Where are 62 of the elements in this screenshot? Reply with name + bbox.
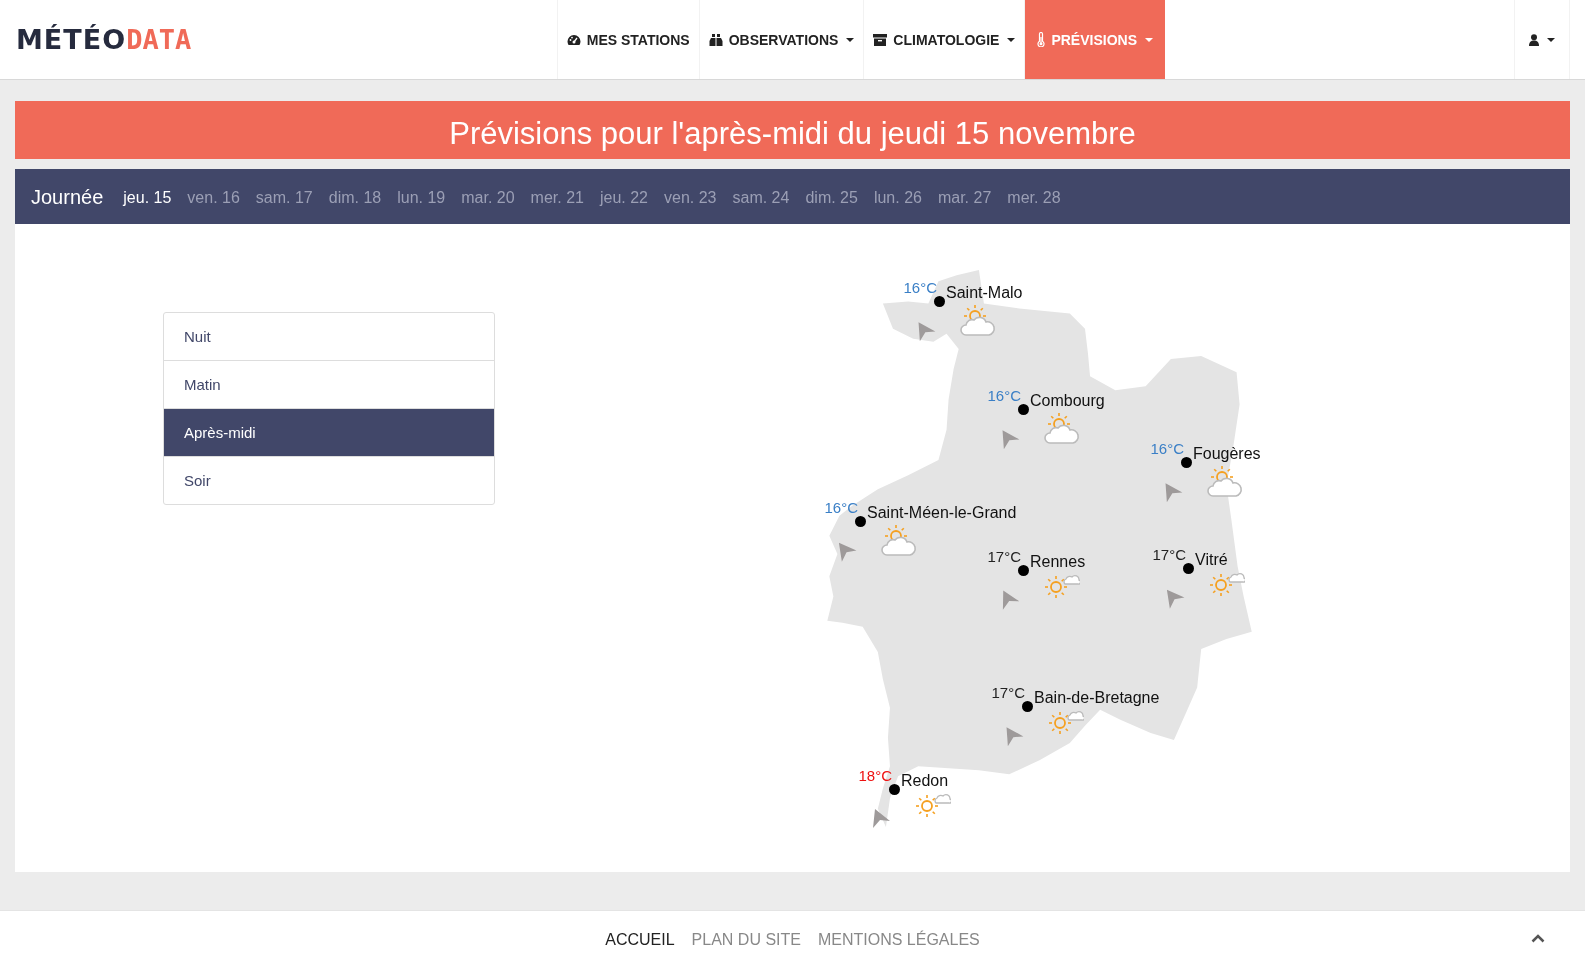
- wind-arrow-icon: [870, 807, 892, 829]
- caret-icon: [1547, 37, 1555, 42]
- sun-with-cloud-icon: [1048, 709, 1084, 735]
- sun-with-cloud-icon: [915, 792, 951, 818]
- station-name[interactable]: Saint-Méen-le-Grand: [867, 504, 1017, 522]
- station-dot: [934, 296, 945, 307]
- user-menu-button[interactable]: [1514, 0, 1570, 79]
- temperature-label: 16°C: [987, 387, 1021, 404]
- chevron-up-icon[interactable]: [1531, 933, 1545, 943]
- sun-with-cloud-icon: [1044, 573, 1080, 599]
- footer-link[interactable]: PLAN DU SITE: [691, 930, 801, 949]
- station-name[interactable]: Combourg: [1030, 392, 1105, 410]
- day-tab[interactable]: jeu. 15: [123, 188, 172, 207]
- station-dot: [889, 784, 900, 795]
- period-item[interactable]: Nuit: [164, 313, 494, 360]
- day-tab[interactable]: dim. 18: [328, 188, 382, 207]
- station-name[interactable]: Rennes: [1030, 553, 1086, 571]
- station-name[interactable]: Fougères: [1193, 445, 1261, 463]
- station-name[interactable]: Redon: [901, 772, 949, 790]
- temperature-label: 16°C: [1150, 440, 1184, 457]
- sun-behind-cloud-icon: [881, 524, 917, 558]
- sun-behind-cloud-icon: [1207, 465, 1243, 499]
- station-name[interactable]: Saint-Malo: [946, 284, 1023, 302]
- day-tab[interactable]: mar. 27: [937, 188, 992, 207]
- nav-item[interactable]: MES STATIONS: [556, 0, 699, 79]
- period-item[interactable]: Soir: [164, 456, 494, 504]
- gauge-icon: [566, 33, 581, 46]
- station-name[interactable]: Bain-de-Bretagne: [1034, 689, 1160, 707]
- day-tab[interactable]: mer. 28: [1007, 188, 1061, 207]
- temperature-label: 17°C: [991, 684, 1025, 701]
- caret-icon: [1145, 37, 1153, 42]
- thermometer-icon: [1037, 32, 1046, 47]
- station-dot: [1181, 457, 1192, 468]
- binoculars-icon: [708, 32, 723, 47]
- station-dot: [1183, 563, 1194, 574]
- day-bar-label: Journée: [31, 186, 104, 209]
- temperature-label: 17°C: [1152, 546, 1186, 563]
- temperature-label: 18°C: [858, 767, 892, 784]
- temperature-label: 16°C: [903, 279, 937, 296]
- temperature-label: 16°C: [824, 499, 858, 516]
- nav-item[interactable]: OBSERVATIONS: [698, 0, 864, 79]
- period-item[interactable]: Après-midi: [164, 408, 494, 456]
- temperature-label: 17°C: [987, 548, 1021, 565]
- day-tab[interactable]: mar. 20: [461, 188, 515, 207]
- caret-icon: [846, 37, 855, 42]
- footer-link[interactable]: ACCUEIL: [605, 930, 675, 949]
- station-dot: [855, 516, 866, 527]
- caret-icon: [1007, 37, 1016, 42]
- station-dot: [1018, 404, 1029, 415]
- page-title: Prévisions pour l'après-midi du jeudi 15 novembre: [448, 115, 1137, 153]
- sun-behind-cloud-icon: [1044, 412, 1080, 446]
- footer-link[interactable]: MENTIONS LÉGALES: [817, 930, 980, 949]
- station-dot: [1018, 565, 1029, 576]
- station-dot: [1022, 701, 1033, 712]
- sun-with-cloud-icon: [1209, 571, 1245, 597]
- day-tab[interactable]: ven. 23: [664, 188, 717, 207]
- archive-icon: [873, 33, 888, 46]
- user-icon: [1529, 33, 1539, 46]
- day-tab[interactable]: lun. 19: [397, 188, 446, 207]
- station-name[interactable]: Vitré: [1195, 551, 1228, 569]
- sun-behind-cloud-icon: [960, 304, 996, 338]
- logo[interactable]: MÉTÉODATA: [16, 0, 192, 79]
